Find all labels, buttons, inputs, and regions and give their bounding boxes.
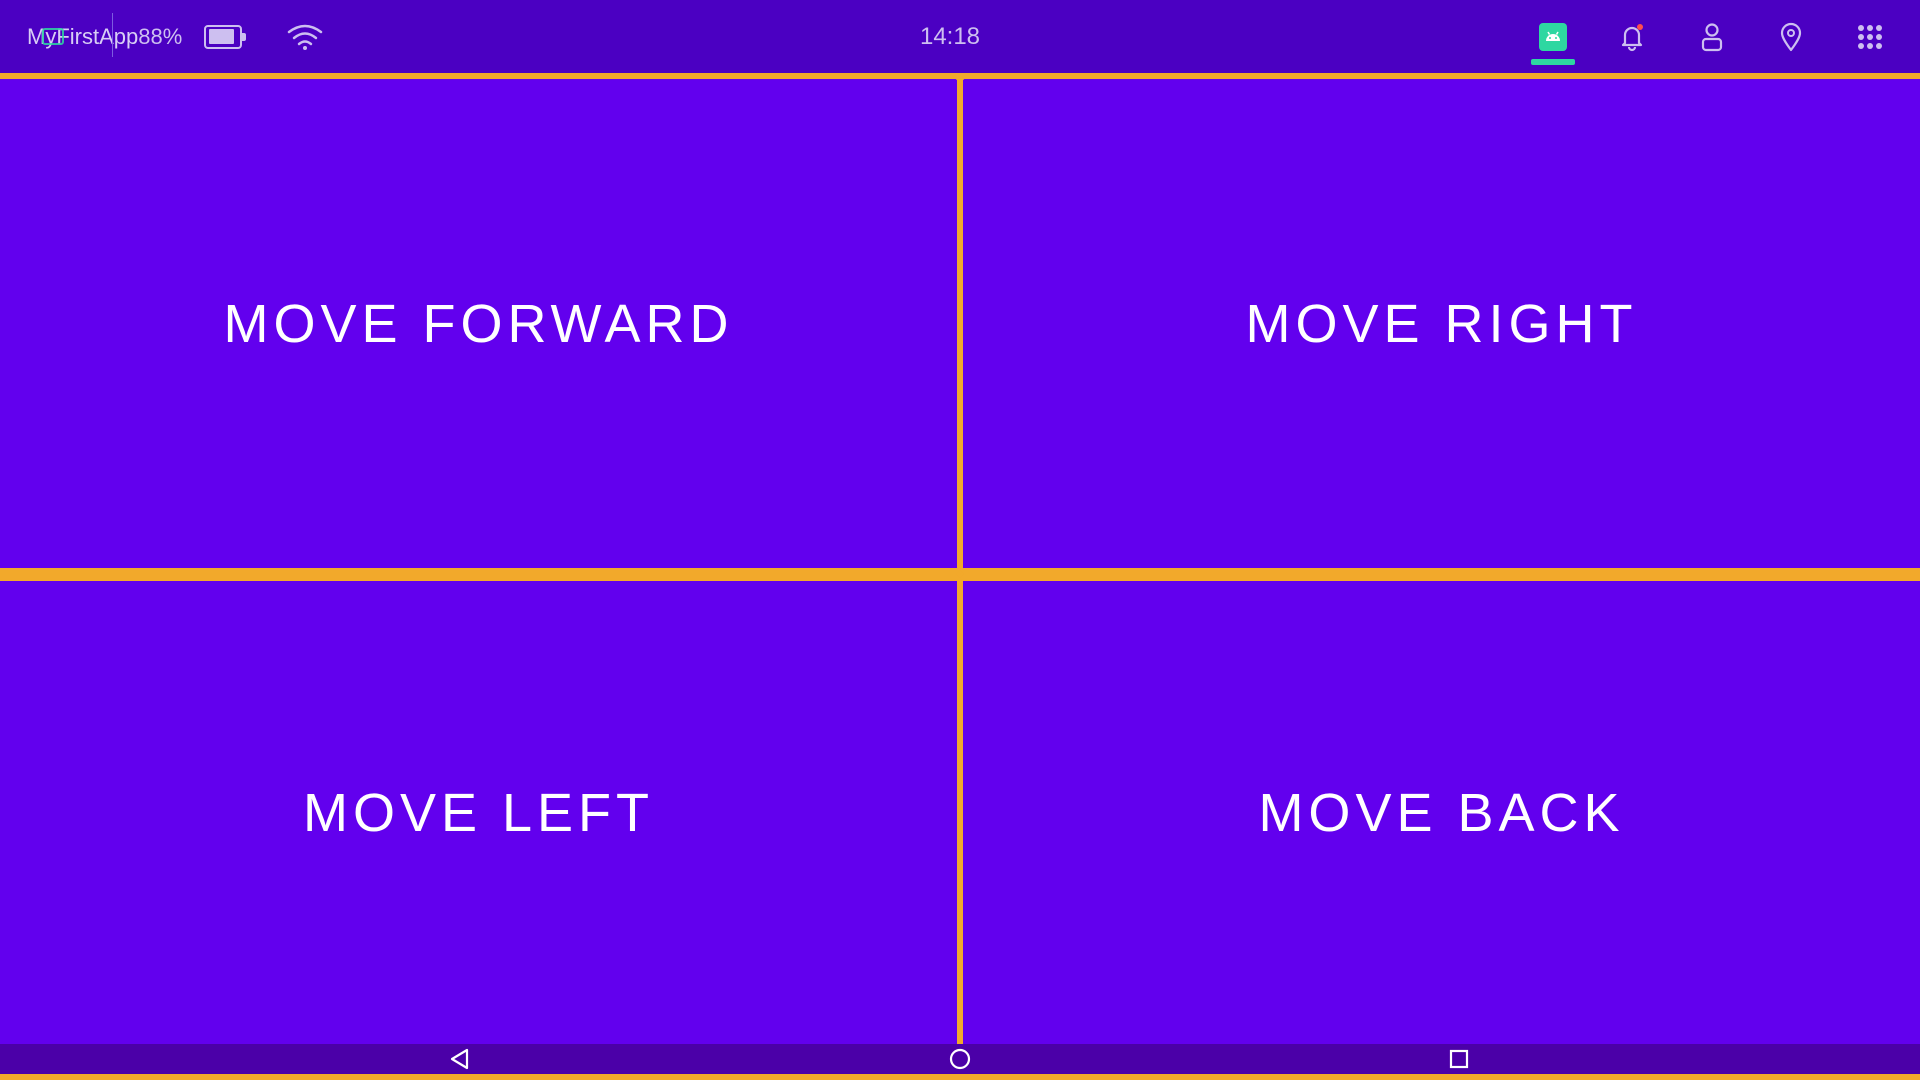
navigation-bar [0,1044,1920,1074]
nav-back-button[interactable] [430,1044,490,1074]
app-grid-button[interactable] [1840,0,1900,73]
android-icon [1539,22,1567,51]
grid-divider-marker [955,569,965,579]
bell-icon [1621,23,1643,51]
recents-square-icon [1449,1049,1469,1069]
nav-home-button[interactable] [930,1044,990,1074]
app-chip-divider [112,12,113,57]
nav-recents-button[interactable] [1429,1044,1489,1074]
account-button[interactable] [1682,0,1742,73]
home-circle-icon [949,1048,971,1070]
move-right-button[interactable]: MOVE RIGHT [963,79,1920,568]
control-grid: MOVE FORWARD MOVE RIGHT MOVE LEFT MOVE B… [0,73,1920,1044]
move-forward-button[interactable]: MOVE FORWARD [0,79,957,568]
move-left-button[interactable]: MOVE LEFT [0,581,957,1044]
status-left-group: MyFirstApp 88% [27,0,323,73]
active-app-indicator [1531,59,1575,65]
back-triangle-icon [450,1048,469,1070]
app-window-icon [42,27,64,45]
notification-dot [1637,23,1643,30]
wifi-icon [288,24,323,50]
user-icon [1701,22,1723,51]
battery-icon [204,24,247,49]
app-name-chip[interactable]: MyFirstApp [27,12,138,57]
notifications-button[interactable] [1602,0,1662,73]
move-back-button[interactable]: MOVE BACK [963,581,1920,1044]
location-button[interactable] [1761,0,1821,73]
android-app-button[interactable] [1523,0,1583,73]
battery-percent: 88% [138,23,183,49]
status-bar: MyFirstApp 88% 14:18 [0,0,1920,73]
app-grid-icon [1858,24,1882,49]
location-pin-icon [1780,22,1802,51]
